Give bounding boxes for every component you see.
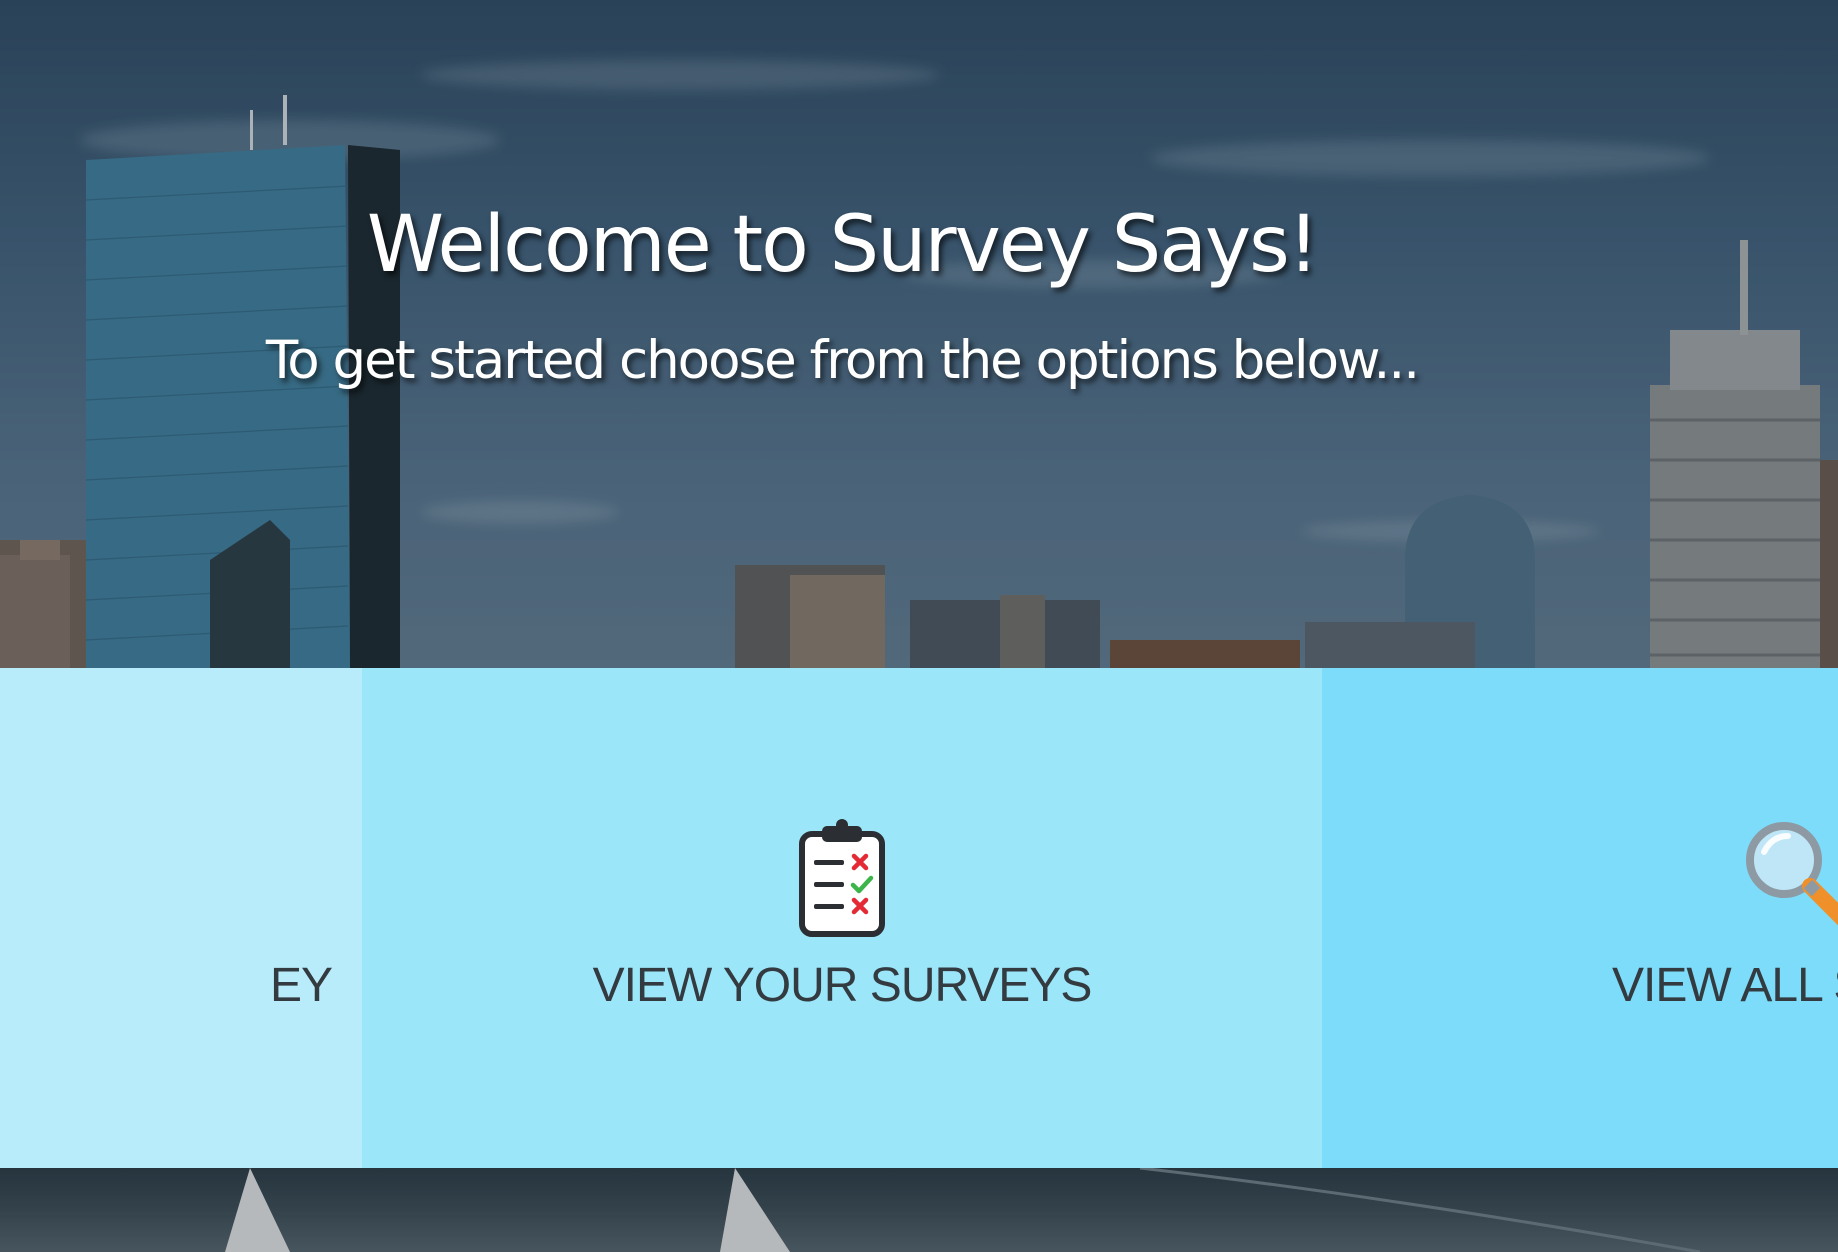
options-row: EY VIEW YOUR SURVEYS VIEW ALL (0, 668, 1838, 1168)
create-survey-option[interactable]: EY (0, 668, 362, 1168)
view-your-surveys-option[interactable]: VIEW YOUR SURVEYS (362, 668, 1322, 1168)
clipboard-checklist-icon (799, 819, 885, 937)
view-all-surveys-label: VIEW ALL SU (1612, 959, 1838, 1012)
magnifying-glass-icon (1746, 822, 1838, 926)
hero-title: Welcome to Survey Says! (366, 200, 1319, 290)
hero-subtitle: To get started choose from the options b… (265, 330, 1420, 391)
page: Welcome to Survey Says! To get started c… (0, 0, 1838, 1252)
view-your-surveys-label: VIEW YOUR SURVEYS (592, 959, 1093, 1012)
create-survey-label: EY (269, 959, 333, 1012)
view-all-surveys-option[interactable]: VIEW ALL SU (1322, 668, 1838, 1168)
